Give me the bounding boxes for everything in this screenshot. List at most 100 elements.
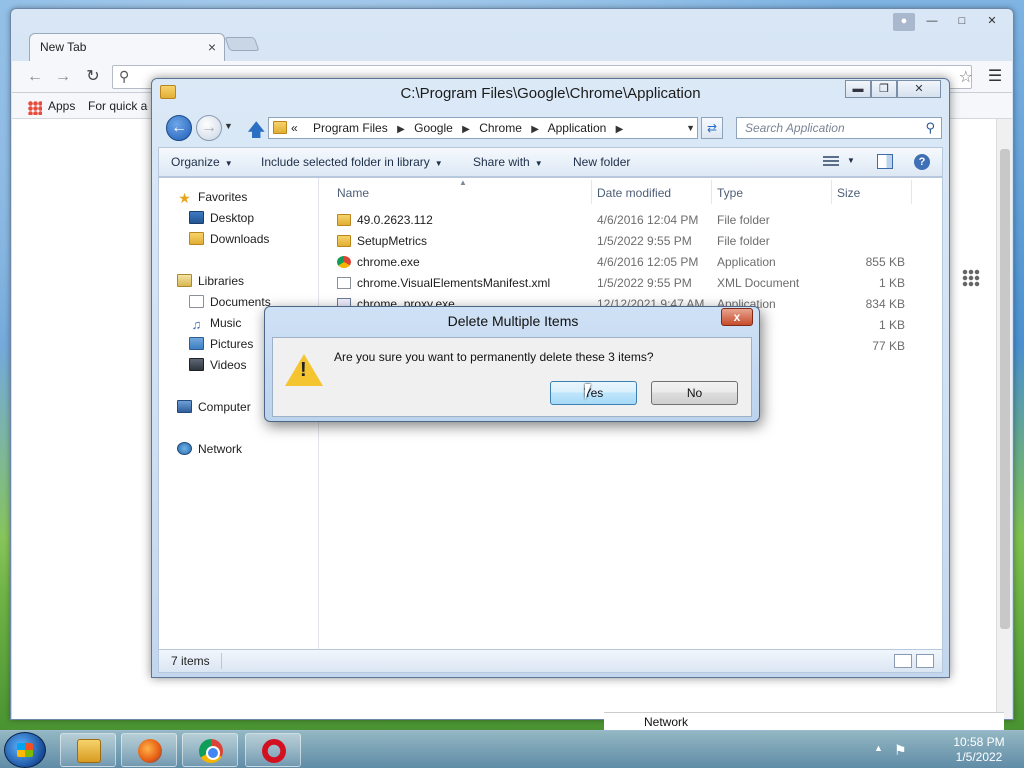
- search-placeholder: Search Application: [745, 121, 845, 135]
- breadcrumb-application[interactable]: Application: [548, 121, 607, 135]
- forward-button[interactable]: →: [196, 115, 222, 141]
- close-icon[interactable]: ×: [208, 39, 216, 55]
- menu-icon[interactable]: ☰: [984, 66, 1006, 88]
- taskbar-opera[interactable]: [245, 733, 301, 767]
- nav-music[interactable]: ♫ Music: [189, 314, 242, 334]
- warning-exclamation-icon: !: [300, 359, 307, 381]
- nav-libraries[interactable]: Libraries: [177, 272, 244, 292]
- nav-videos[interactable]: Videos: [189, 356, 246, 376]
- file-type: File folder: [717, 234, 770, 248]
- chevron-right-icon[interactable]: ▶: [462, 124, 470, 135]
- search-input[interactable]: Search Application ⚲: [736, 117, 942, 139]
- explorer-titlebar[interactable]: C:\Program Files\Google\Chrome\Applicati…: [152, 79, 949, 109]
- file-row[interactable]: 49.0.2623.112 4/6/2016 12:04 PM File fol…: [319, 210, 942, 231]
- libraries-icon: [177, 274, 192, 287]
- share-with-button[interactable]: Share with ▼: [473, 155, 543, 169]
- column-header-type[interactable]: Type: [717, 186, 743, 200]
- nav-network[interactable]: Network: [177, 440, 242, 460]
- file-row[interactable]: chrome.VisualElementsManifest.xml 1/5/20…: [319, 273, 942, 294]
- reload-icon[interactable]: ↻: [82, 66, 104, 88]
- breadcrumb-google[interactable]: Google: [414, 121, 453, 135]
- breadcrumb-program-files[interactable]: Program Files: [313, 121, 388, 135]
- folder-icon: [337, 235, 351, 247]
- show-hidden-icons-icon[interactable]: ▲: [874, 743, 883, 753]
- back-arrow-icon[interactable]: ←: [24, 66, 46, 88]
- apps-launcher-icon[interactable]: [962, 269, 980, 287]
- scrollbar[interactable]: [996, 119, 1012, 719]
- mouse-cursor-icon: [585, 384, 597, 400]
- background-network-item: Network: [604, 712, 1004, 730]
- taskbar-chrome[interactable]: [182, 733, 238, 767]
- help-icon[interactable]: ?: [914, 154, 930, 170]
- windows-logo-icon: [17, 743, 33, 757]
- breadcrumb-overflow[interactable]: «: [291, 121, 298, 135]
- chevron-right-icon[interactable]: ▶: [397, 124, 405, 135]
- clock-time[interactable]: 10:58 PM: [944, 735, 1014, 749]
- nav-computer[interactable]: Computer: [177, 398, 251, 418]
- user-icon[interactable]: ●: [893, 13, 915, 31]
- taskbar: ▲ ⚑ 10:58 PM 1/5/2022: [0, 730, 1024, 768]
- taskbar-explorer[interactable]: [60, 733, 116, 767]
- bookmark-apps[interactable]: Apps: [48, 99, 75, 113]
- chevron-right-icon[interactable]: ▶: [616, 124, 624, 135]
- nav-pictures[interactable]: Pictures: [189, 335, 253, 355]
- include-in-library-button[interactable]: Include selected folder in library ▼: [261, 155, 443, 169]
- explorer-icon: [77, 739, 101, 763]
- clock-date[interactable]: 1/5/2022: [944, 750, 1014, 764]
- recent-pages-dropdown-icon[interactable]: ▼: [224, 121, 233, 131]
- column-divider[interactable]: [911, 180, 912, 204]
- dialog-close-button[interactable]: x: [721, 308, 753, 326]
- nav-favorites[interactable]: ★ Favorites: [177, 188, 247, 208]
- restore-button[interactable]: ❐: [871, 80, 897, 98]
- up-arrow-icon[interactable]: 🡅: [247, 118, 266, 148]
- new-tab-button[interactable]: [224, 37, 260, 51]
- maximize-button[interactable]: □: [949, 13, 975, 31]
- new-folder-button[interactable]: New folder: [573, 155, 630, 169]
- file-row[interactable]: SetupMetrics 1/5/2022 9:55 PM File folde…: [319, 231, 942, 252]
- nav-downloads[interactable]: Downloads: [189, 230, 269, 250]
- organize-button[interactable]: Organize ▼: [171, 155, 233, 169]
- command-bar: Organize ▼ Include selected folder in lib…: [158, 147, 943, 177]
- file-size: 834 KB: [865, 297, 905, 311]
- dialog-message: Are you sure you want to permanently del…: [334, 350, 654, 364]
- address-bar[interactable]: « Program Files ▶ Google ▶ Chrome ▶ Appl…: [268, 117, 698, 139]
- start-button[interactable]: [4, 732, 46, 768]
- minimize-button[interactable]: —: [919, 13, 945, 31]
- view-dropdown-icon[interactable]: ▼: [847, 156, 855, 165]
- folder-icon: [337, 214, 351, 226]
- nav-documents[interactable]: Documents: [189, 293, 271, 313]
- refresh-button[interactable]: ⇄: [701, 117, 723, 139]
- close-button[interactable]: ✕: [979, 13, 1005, 31]
- chrome-tab-new-tab[interactable]: New Tab ×: [29, 33, 225, 61]
- column-header-name[interactable]: Name: [337, 186, 369, 200]
- column-header-date[interactable]: Date modified: [597, 186, 671, 200]
- column-header-size[interactable]: Size: [837, 186, 860, 200]
- details-view-icon[interactable]: [894, 654, 912, 668]
- close-button[interactable]: ✕: [897, 80, 941, 98]
- preview-pane-icon[interactable]: [877, 154, 893, 169]
- view-options-icon[interactable]: [823, 156, 839, 168]
- address-dropdown-icon[interactable]: ▼: [686, 118, 695, 138]
- file-row[interactable]: chrome.exe 4/6/2016 12:05 PM Application…: [319, 252, 942, 273]
- file-type: File folder: [717, 213, 770, 227]
- back-button[interactable]: ←: [166, 115, 192, 141]
- action-center-flag-icon[interactable]: ⚑: [894, 742, 907, 759]
- file-name: SetupMetrics: [357, 234, 428, 248]
- search-icon[interactable]: ⚲: [925, 118, 935, 138]
- column-divider[interactable]: [711, 180, 712, 204]
- no-button[interactable]: No: [651, 381, 738, 405]
- minimize-button[interactable]: ▬: [845, 80, 871, 98]
- chevron-right-icon[interactable]: ▶: [531, 124, 539, 135]
- scrollbar-thumb[interactable]: [1000, 149, 1010, 629]
- forward-arrow-icon[interactable]: →: [52, 66, 74, 88]
- taskbar-firefox[interactable]: [121, 733, 177, 767]
- star-icon[interactable]: ☆: [959, 67, 973, 87]
- column-divider[interactable]: [831, 180, 832, 204]
- sort-ascending-icon: ▲: [459, 178, 467, 187]
- desktop-icon: [189, 211, 204, 224]
- nav-desktop[interactable]: Desktop: [189, 209, 254, 229]
- column-divider[interactable]: [591, 180, 592, 204]
- firefox-icon: [138, 739, 162, 763]
- breadcrumb-chrome[interactable]: Chrome: [479, 121, 522, 135]
- large-icons-view-icon[interactable]: [916, 654, 934, 668]
